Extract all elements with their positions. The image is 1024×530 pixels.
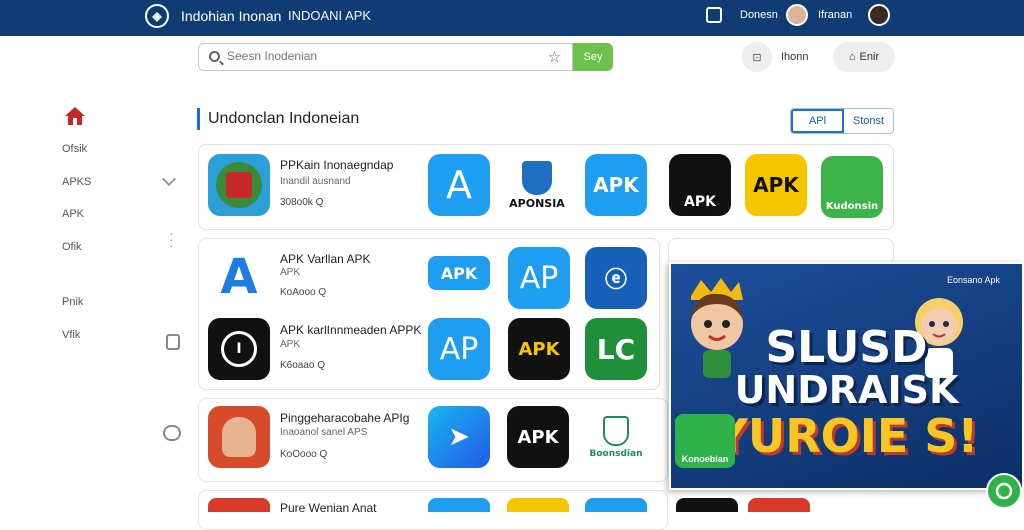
red-app-icon[interactable] <box>208 498 270 512</box>
sidebar-item-1[interactable]: Ofsik <box>62 143 87 155</box>
segment-toggle[interactable]: APl Stonst <box>790 108 894 134</box>
apk-emblem-black-icon[interactable]: APK <box>669 154 731 216</box>
ap-blue-icon[interactable]: AP <box>428 318 490 380</box>
app-subtitle: APK <box>280 267 301 278</box>
globe-app-icon[interactable]: ⓔ <box>585 247 647 309</box>
app-size: KoAooo Q <box>280 287 327 298</box>
blue-app-icon[interactable] <box>585 498 647 512</box>
apk-black-yellow-icon[interactable]: APK <box>508 318 570 380</box>
settings-circle-button[interactable]: ⊡ <box>742 42 772 72</box>
promo-banner[interactable]: Eonsano Apk SLUSD UNDRAISK YUROIE S! Kon… <box>669 262 1024 490</box>
banner-headline-2: UNDRAISK <box>734 368 959 412</box>
app-size: KoOooo Q <box>280 449 328 460</box>
more-dots-icon[interactable]: · · · <box>169 226 174 252</box>
shield-green-icon[interactable]: Boonsdian <box>585 406 647 468</box>
search-button[interactable]: Sey <box>573 43 613 71</box>
app-subtitle: INDOANI APK <box>288 8 372 23</box>
sidebar-item-5[interactable]: Pnik <box>62 296 83 308</box>
app-size: K6oaao Q <box>280 360 326 371</box>
shield-app-icon[interactable]: APONSIA <box>506 154 568 216</box>
pill-button[interactable]: ⌂ Enir <box>833 42 895 72</box>
app-subtitle: APK <box>280 339 301 350</box>
app-size: 308o0k Q <box>280 197 324 208</box>
app-subtitle: Inandil ausnand <box>280 176 351 187</box>
avatar[interactable] <box>868 4 890 26</box>
apk-blue-pill-icon[interactable]: APK <box>428 256 490 290</box>
blue-app-icon[interactable] <box>428 498 490 512</box>
app-name[interactable]: Pinggeharacobahe APIg <box>280 411 409 425</box>
home-icon[interactable] <box>64 106 86 126</box>
apk-black-icon[interactable]: APK <box>507 406 569 468</box>
top-bar: ◈ Indohian Inonan INDOANI APK Donesn Ifr… <box>0 0 1024 36</box>
yellow-app-icon[interactable] <box>507 498 569 512</box>
profile-box-icon[interactable] <box>706 7 722 23</box>
app-store-a-icon[interactable]: A <box>428 154 490 216</box>
apk-blue-icon[interactable]: APK <box>585 154 647 216</box>
pill-button-label: Enir <box>859 51 880 63</box>
tile-label: APONSIA <box>509 196 565 210</box>
chat-fab-button[interactable] <box>986 473 1022 509</box>
green-app-icon[interactable]: Kudonsin <box>821 156 883 218</box>
chat-bubble-icon <box>995 482 1013 500</box>
chat-icon[interactable] <box>163 425 181 441</box>
app-name[interactable]: PPKain Inonaegndap <box>280 158 393 172</box>
sidebar-item-4[interactable]: Ofik <box>62 241 82 253</box>
app-subtitle: Inaoanol sanel APS <box>280 427 368 438</box>
app-title: Indohian Inonan <box>181 8 282 24</box>
segment-stonst[interactable]: Stonst <box>844 109 893 133</box>
red-app-icon[interactable] <box>748 498 810 512</box>
user-name-1[interactable]: Donesn <box>740 9 778 21</box>
lc-green-icon[interactable]: LC <box>585 318 647 380</box>
chevron-down-icon[interactable] <box>161 171 177 187</box>
sidebar-item-3[interactable]: APK <box>62 208 84 220</box>
app-name[interactable]: Pure Wenian Anat <box>280 501 377 515</box>
app-name[interactable]: APK karlInnmeaden APPK <box>280 323 421 337</box>
tile-label: Boonsdian <box>589 448 643 459</box>
banner-headline-1: SLUSD <box>765 322 928 373</box>
circle-button-label[interactable]: Ihonn <box>781 51 809 63</box>
sidebar-item-2[interactable]: APKS <box>62 176 91 188</box>
favorite-star-icon[interactable]: ☆ <box>537 43 573 71</box>
banner-app-logo: Konoebian <box>675 414 735 468</box>
user-name-2[interactable]: Ifranan <box>818 9 852 21</box>
black-circle-app-icon[interactable]: I <box>208 318 270 380</box>
avatar[interactable] <box>786 4 808 26</box>
ap-blue-icon[interactable]: AP <box>508 247 570 309</box>
section-title: Undonclan Indoneian <box>197 108 359 130</box>
dark-app-icon[interactable] <box>676 498 738 512</box>
search-input[interactable] <box>227 49 527 63</box>
app-name[interactable]: APK Varllan APK <box>280 252 371 266</box>
sidebar-item-6[interactable]: Vfik <box>62 329 80 341</box>
search-bar[interactable] <box>198 43 574 71</box>
blue-a-icon[interactable]: A <box>208 246 270 308</box>
segment-apl[interactable]: APl <box>791 109 844 133</box>
bag-icon: ⌂ <box>848 51 856 63</box>
send-arrow-app-icon[interactable]: ➤ <box>428 406 490 468</box>
character-app-icon[interactable] <box>208 406 270 468</box>
app-logo-icon[interactable]: ◈ <box>145 4 169 28</box>
banner-badge: Eonsano Apk <box>947 275 1001 285</box>
bookmark-icon[interactable] <box>166 334 180 350</box>
search-icon <box>209 51 220 62</box>
apk-yellow-icon[interactable]: APK <box>745 154 807 216</box>
emblem-app-icon[interactable] <box>208 154 270 216</box>
